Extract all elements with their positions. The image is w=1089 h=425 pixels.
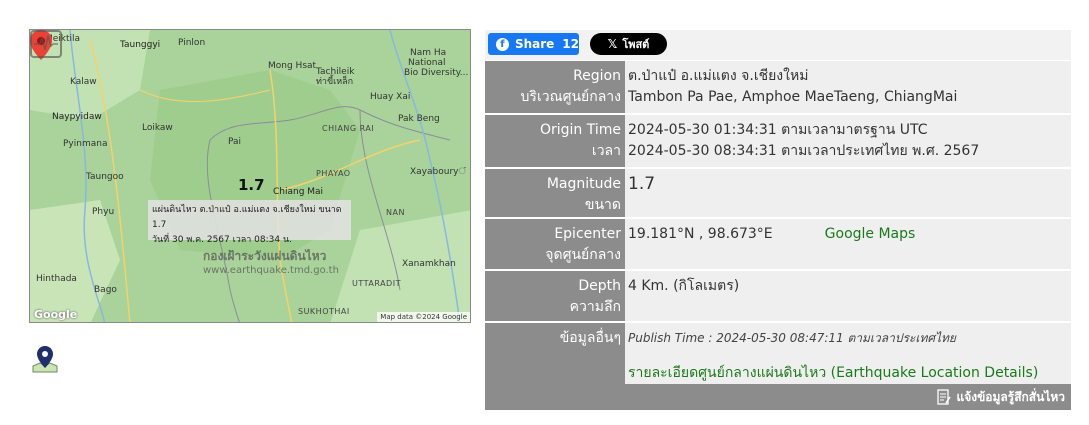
- origin-time-label: Origin Time เวลา: [485, 115, 625, 167]
- location-details-link[interactable]: รายละเอียดศูนย์กลางแผ่นดินไหว (Earthquak…: [628, 363, 1071, 384]
- map-label-loikaw: Loikaw: [142, 123, 173, 133]
- map-label-huay-xai: Huay Xai: [370, 92, 411, 102]
- footer-bar: แจ้งข้อมูลรู้สึกสั่นไหว: [485, 384, 1071, 410]
- map-label-chiang-rai: CHIANG RAI: [322, 124, 375, 133]
- map-label-pak-beng: Pak Beng: [398, 114, 440, 124]
- google-maps-link[interactable]: Google Maps: [825, 226, 916, 242]
- report-felt-label: แจ้งข้อมูลรู้สึกสั่นไหว: [956, 390, 1065, 404]
- map-label-phyu: Phyu: [92, 207, 115, 217]
- depth-value: 4 Km. (กิโลเมตร): [625, 271, 1071, 321]
- row-depth: Depth ความลึก 4 Km. (กิโลเมตร): [485, 271, 1071, 323]
- watermark-url: www.earthquake.tmd.go.th: [203, 265, 339, 276]
- epicenter-label-en: Epicenter: [554, 226, 621, 242]
- map-label-pyinmana: Pyinmana: [63, 139, 108, 149]
- origin-label-th: เวลา: [591, 143, 621, 159]
- map-label-bago: Bago: [94, 285, 117, 295]
- map-label-pai: Pai: [228, 137, 242, 147]
- region-label-th: บริเวณศูนย์กลาง: [520, 89, 621, 105]
- facebook-share-button[interactable]: f Share 12: [488, 33, 579, 55]
- other-info-label-text: ข้อมูลอื่นๆ: [559, 330, 621, 346]
- map-label-taungoo: Taungoo: [86, 172, 124, 182]
- row-magnitude: Magnitude ขนาด 1.7: [485, 169, 1071, 219]
- map-info-line1: แผ่นดินไหว ต.ป่าแป๋ อ.แม่แตง จ.เชียงใหม่…: [152, 205, 342, 230]
- facebook-share-count: 12: [562, 37, 579, 51]
- depth-label-en: Depth: [578, 278, 621, 294]
- magnitude-label-th: ขนาด: [584, 197, 621, 213]
- row-region: Region บริเวณศูนย์กลาง ต.ป่าแป๋ อ.แม่แตง…: [485, 61, 1071, 115]
- earthquake-details-table: Region บริเวณศูนย์กลาง ต.ป่าแป๋ อ.แม่แตง…: [485, 61, 1071, 394]
- epicenter-value: 19.181°N , 98.673°E Google Maps: [625, 219, 1071, 269]
- magnitude-number: 1.7: [628, 174, 656, 194]
- other-info-label: ข้อมูลอื่นๆ: [485, 323, 625, 392]
- other-info-value: Publish Time : 2024-05-30 08:47:11 ตามเว…: [625, 323, 1071, 392]
- map-label-nam-ha: Nam Ha: [410, 48, 447, 58]
- map-label-nam-ha-2: National: [408, 58, 446, 68]
- map-label-uttaradit: UTTARADIT: [352, 279, 401, 288]
- map-label-tachileik-th: ท่าขี้เหล็ก: [316, 77, 354, 87]
- epicenter-coordinates: 19.181°N , 98.673°E: [628, 226, 773, 242]
- row-epicenter: Epicenter จุดศูนย์กลาง 19.181°N , 98.673…: [485, 219, 1071, 271]
- report-felt-link[interactable]: แจ้งข้อมูลรู้สึกสั่นไหว: [937, 388, 1065, 407]
- map-label-pinlon: Pinlon: [178, 38, 206, 48]
- origin-time-utc: 2024-05-30 01:34:31 ตามเวลามาตรฐาน UTC: [628, 122, 928, 138]
- facebook-icon: f: [496, 37, 509, 51]
- region-value-en: Tambon Pa Pae, Amphoe MaeTaeng, ChiangMa…: [628, 89, 958, 105]
- depth-label: Depth ความลึก: [485, 271, 625, 321]
- seismograph-icon: [30, 30, 62, 58]
- magnitude-label-en: Magnitude: [546, 176, 621, 192]
- map-magnitude-label: 1.7: [238, 176, 265, 194]
- map-label-mong-hsat: Mong Hsat: [268, 61, 317, 71]
- map-label-xayabouri: Xayabouryਂ: [410, 167, 466, 177]
- map-data-attribution[interactable]: Map data ©2024 Google: [377, 312, 470, 322]
- origin-time-value: 2024-05-30 01:34:31 ตามเวลามาตรฐาน UTC 2…: [625, 115, 1071, 167]
- map-label-kalaw: Kalaw: [70, 77, 97, 87]
- region-value: ต.ป่าแป๋ อ.แม่แตง จ.เชียงใหม่ Tambon Pa …: [625, 61, 1071, 113]
- map-label-nan: NAN: [386, 208, 405, 217]
- x-post-button[interactable]: 𝕏 โพสต์: [590, 33, 667, 55]
- map-label-phayao: PHAYAO: [316, 169, 351, 178]
- map-label-chiang-mai: Chiang Mai: [273, 187, 324, 197]
- region-label: Region บริเวณศูนย์กลาง: [485, 61, 625, 113]
- map-label-naypyidaw: Naypyidaw: [52, 112, 102, 122]
- share-bar: f Share 12 𝕏 โพสต์: [485, 30, 1071, 60]
- google-logo: Google: [34, 308, 78, 321]
- region-label-en: Region: [573, 68, 621, 84]
- watermark-title: กองเฝ้าระวังแผ่นดินไหว: [203, 249, 327, 263]
- x-post-label: โพสต์: [622, 38, 650, 51]
- epicenter-label: Epicenter จุดศูนย์กลาง: [485, 219, 625, 269]
- map-label-taunggyi: Taunggyi: [120, 40, 161, 50]
- row-origin-time: Origin Time เวลา 2024-05-30 01:34:31 ตาม…: [485, 115, 1071, 169]
- origin-time-local: 2024-05-30 08:34:31 ตามเวลาประเทศไทย พ.ศ…: [628, 143, 980, 159]
- depth-label-th: ความลึก: [569, 299, 621, 315]
- map-label-xanamkhan: Xanamkhan: [402, 259, 456, 269]
- epicenter-label-th: จุดศูนย์กลาง: [545, 247, 621, 263]
- map-label-tachileik: Tachileik: [316, 67, 355, 77]
- x-logo-icon: 𝕏: [607, 37, 618, 51]
- map-info-box: แผ่นดินไหว ต.ป่าแป๋ อ.แม่แตง จ.เชียงใหม่…: [148, 200, 351, 245]
- earthquake-map[interactable]: Meiktila Taunggyi Pinlon Mong Hsat Nam H…: [29, 29, 471, 323]
- map-label-nam-ha-3: Bio Diversity...: [404, 68, 469, 78]
- magnitude-value: 1.7: [625, 169, 1071, 217]
- location-map-icon[interactable]: [30, 344, 60, 374]
- origin-label-en: Origin Time: [539, 122, 621, 138]
- map-label-hinthada: Hinthada: [36, 274, 77, 284]
- region-value-th: ต.ป่าแป๋ อ.แม่แตง จ.เชียงใหม่: [628, 68, 809, 84]
- publish-time: Publish Time : 2024-05-30 08:47:11 ตามเว…: [628, 331, 956, 345]
- facebook-share-label: Share: [514, 37, 555, 51]
- magnitude-label: Magnitude ขนาด: [485, 169, 625, 217]
- report-form-icon: [937, 389, 952, 405]
- map-info-line2: วันที่ 30 พ.ค. 2567 เวลา 08:34 น.: [152, 235, 292, 245]
- map-label-sukhothai: SUKHOTHAI: [298, 307, 350, 316]
